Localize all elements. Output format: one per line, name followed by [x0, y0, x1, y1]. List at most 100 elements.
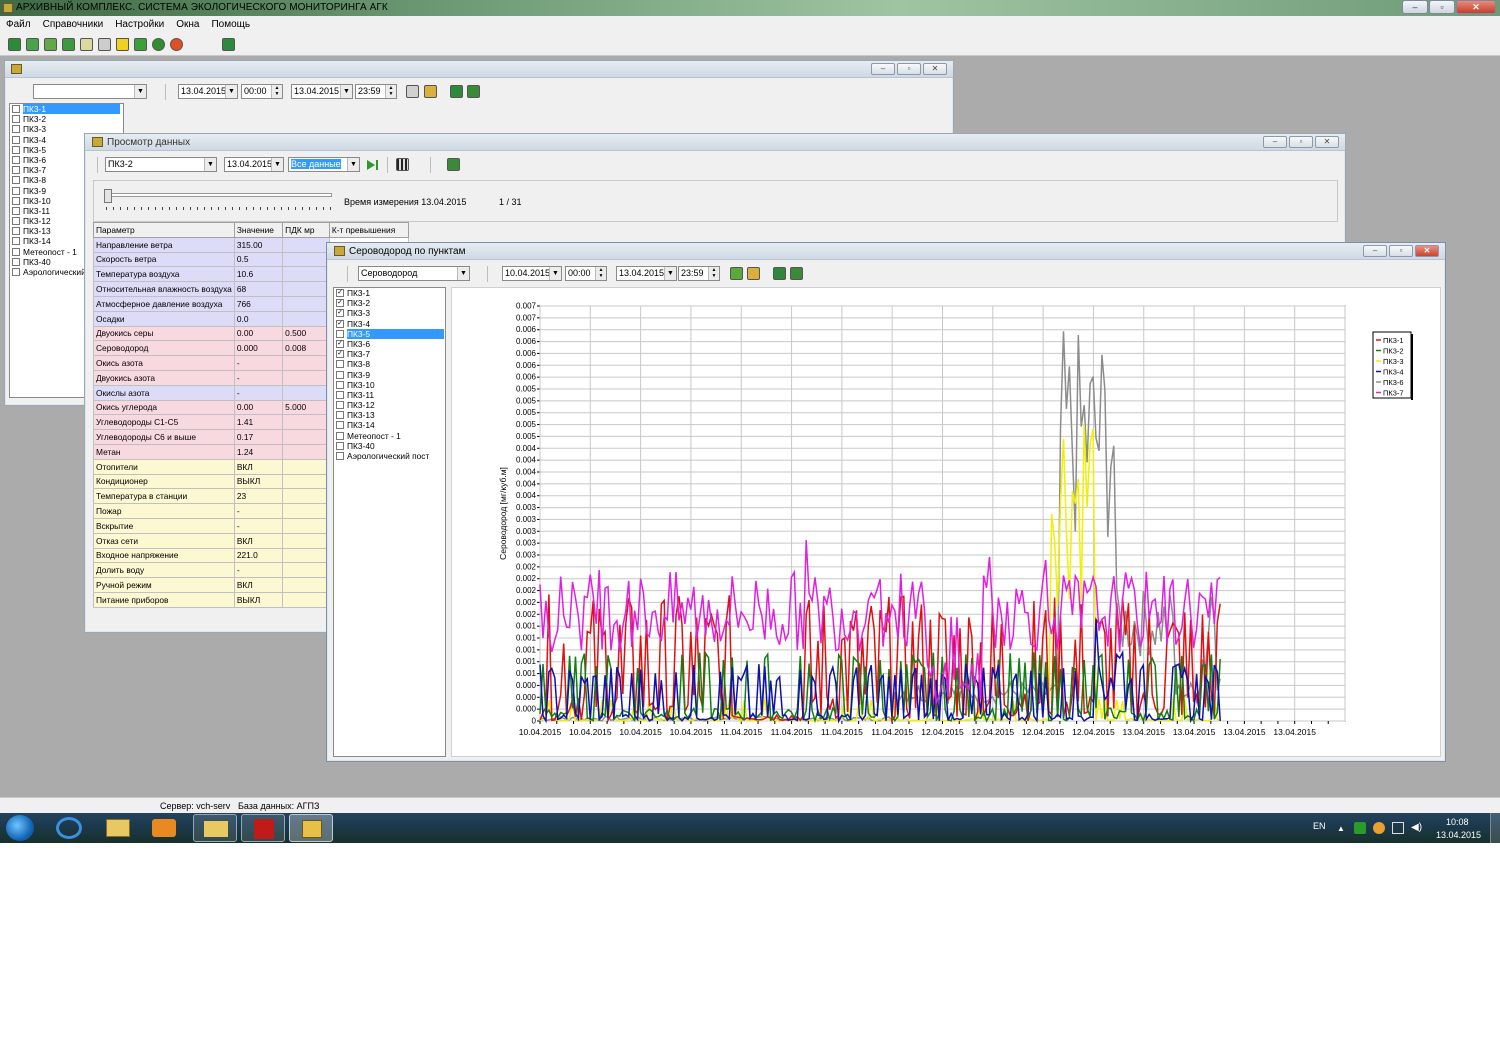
- station-icon[interactable]: [8, 38, 21, 51]
- checkbox[interactable]: [336, 360, 344, 369]
- checkbox[interactable]: [12, 145, 20, 154]
- checkbox[interactable]: [336, 421, 344, 430]
- date-from-dropdown[interactable]: 13.04.2015 ▼: [178, 84, 238, 99]
- restore-button[interactable]: ▫: [1389, 245, 1413, 257]
- list-item[interactable]: ✓ ПК3-7: [334, 349, 445, 359]
- checkbox[interactable]: ✓: [336, 299, 344, 308]
- language-indicator[interactable]: EN: [1313, 821, 1326, 831]
- time-slider[interactable]: [104, 193, 332, 197]
- list-item[interactable]: ✓ ПК3-3: [334, 308, 445, 318]
- report-icon[interactable]: [80, 38, 93, 51]
- checkbox[interactable]: [12, 115, 20, 124]
- checkbox[interactable]: [336, 380, 344, 389]
- list-item[interactable]: ✓ ПК3-4: [334, 319, 445, 329]
- close-button[interactable]: ✕: [1415, 245, 1439, 257]
- taskbar-app-antivirus[interactable]: [241, 814, 285, 842]
- checkbox[interactable]: ✓: [336, 350, 344, 359]
- restore-button[interactable]: ▫: [1429, 0, 1455, 14]
- list-item[interactable]: ПК3-1: [10, 104, 123, 114]
- list-item[interactable]: ✓ ПК3-2: [334, 298, 445, 308]
- minimize-button[interactable]: –: [871, 63, 895, 75]
- print-icon[interactable]: [447, 158, 460, 171]
- checkbox[interactable]: [12, 186, 20, 195]
- print-icon[interactable]: [790, 267, 803, 280]
- graph-icon[interactable]: [62, 38, 75, 51]
- speaker-icon[interactable]: [98, 38, 111, 51]
- time-to-spinner[interactable]: 23:59 ▲ ▼: [678, 266, 720, 281]
- calendar-icon[interactable]: [747, 267, 760, 280]
- tray-monitor-icon[interactable]: [1392, 822, 1404, 834]
- chart-icon[interactable]: [44, 38, 57, 51]
- column-header[interactable]: Значение: [233, 222, 284, 238]
- date-to-dropdown[interactable]: 13.04.2015 ▼: [616, 266, 677, 281]
- list-item[interactable]: ПК3-10: [334, 380, 445, 390]
- checkbox[interactable]: [12, 166, 20, 175]
- checkbox[interactable]: [12, 268, 20, 276]
- tray-network-icon[interactable]: [1354, 822, 1366, 834]
- checkbox[interactable]: [336, 370, 344, 379]
- checkbox[interactable]: [12, 196, 20, 205]
- checkbox[interactable]: [12, 135, 20, 144]
- list-item[interactable]: ПК3-12: [334, 400, 445, 410]
- checkbox[interactable]: [12, 247, 20, 256]
- close-button[interactable]: ✕: [923, 63, 947, 75]
- minimize-button[interactable]: –: [1263, 136, 1287, 148]
- close-button[interactable]: ✕: [1315, 136, 1339, 148]
- list-item[interactable]: ПК3-5: [334, 328, 445, 339]
- checkbox[interactable]: ✓: [336, 339, 344, 348]
- globe-icon[interactable]: [152, 38, 165, 51]
- list-item[interactable]: ПК3-9: [334, 370, 445, 380]
- column-header[interactable]: К-т превышения: [328, 222, 410, 238]
- substance-dropdown[interactable]: ▼: [33, 84, 147, 99]
- date-from-dropdown[interactable]: 10.04.2015 ▼: [502, 266, 562, 281]
- list-item[interactable]: ПК3-13: [334, 410, 445, 420]
- show-desktop-button[interactable]: [1490, 813, 1500, 843]
- close-button[interactable]: ✕: [1456, 0, 1496, 14]
- checkbox[interactable]: [12, 217, 20, 226]
- mode-dropdown[interactable]: Все данные ▼: [288, 157, 360, 172]
- list-item[interactable]: ПК3-11: [334, 390, 445, 400]
- checkbox[interactable]: ✓: [336, 309, 344, 318]
- checkbox[interactable]: ✓: [336, 289, 344, 297]
- list-item[interactable]: Аэрологический пост: [334, 451, 445, 461]
- exit-icon[interactable]: [222, 38, 235, 51]
- help-icon[interactable]: [170, 38, 183, 51]
- date-to-dropdown[interactable]: 13.04.2015 ▼: [291, 84, 353, 99]
- checkbox[interactable]: [336, 441, 344, 450]
- warning-icon[interactable]: [116, 38, 129, 51]
- checkbox[interactable]: [12, 105, 20, 113]
- list-item[interactable]: ПК3-2: [10, 114, 123, 124]
- slider-thumb[interactable]: [104, 189, 112, 203]
- print-icon[interactable]: [467, 85, 480, 98]
- menu-help[interactable]: Помощь: [205, 16, 256, 34]
- picture-icon[interactable]: [730, 267, 743, 280]
- checkbox[interactable]: [12, 237, 20, 246]
- menu-references[interactable]: Справочники: [37, 16, 110, 34]
- calendar-icon[interactable]: [424, 85, 437, 98]
- table-icon[interactable]: [134, 38, 147, 51]
- browser-icon[interactable]: [56, 817, 82, 839]
- export-icon[interactable]: [773, 267, 786, 280]
- date-dropdown[interactable]: 13.04.2015 ▼: [224, 157, 284, 172]
- minimize-button[interactable]: –: [1402, 0, 1428, 14]
- taskbar-app-archive[interactable]: [289, 814, 333, 842]
- checkbox[interactable]: [336, 329, 344, 338]
- checkbox[interactable]: [336, 411, 344, 420]
- checkbox[interactable]: [12, 227, 20, 236]
- checkbox[interactable]: ✓: [336, 319, 344, 328]
- checkbox[interactable]: [12, 155, 20, 164]
- restore-button[interactable]: ▫: [897, 63, 921, 75]
- checkbox[interactable]: [336, 452, 344, 460]
- picture-icon[interactable]: [406, 85, 419, 98]
- list-item[interactable]: Метеопост - 1: [334, 431, 445, 441]
- restore-button[interactable]: ▫: [1289, 136, 1313, 148]
- export-icon[interactable]: [450, 85, 463, 98]
- play-icon[interactable]: [367, 160, 375, 170]
- substance-dropdown[interactable]: Сероводород ▼: [358, 266, 470, 281]
- checkbox[interactable]: [12, 206, 20, 215]
- list-item[interactable]: ПК3-8: [334, 359, 445, 369]
- menu-windows[interactable]: Окна: [170, 16, 205, 34]
- time-from-spinner[interactable]: 00:00 ▲ ▼: [565, 266, 607, 281]
- list-item[interactable]: ПК3-40: [334, 441, 445, 451]
- point-dropdown[interactable]: ПК3-2 ▼: [105, 157, 217, 172]
